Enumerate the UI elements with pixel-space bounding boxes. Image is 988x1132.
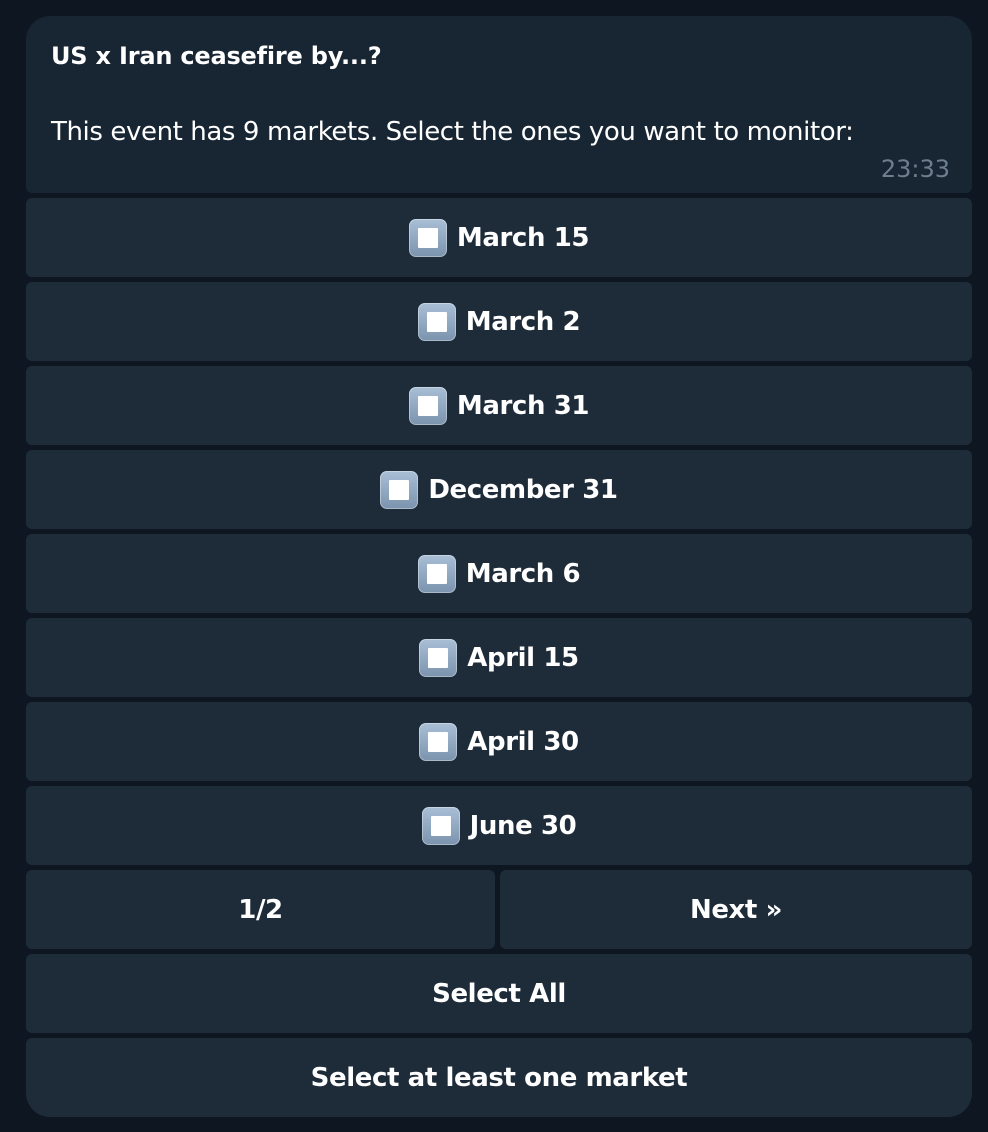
market-button-5[interactable]: April 15 [26, 618, 972, 697]
white-square-button-icon [417, 302, 456, 341]
page-indicator-label: 1/2 [238, 894, 283, 925]
market-button-4[interactable]: March 6 [26, 534, 972, 613]
confirm-label: Select at least one market [310, 1062, 688, 1093]
market-label: March 31 [456, 390, 590, 421]
market-label: April 15 [467, 642, 579, 673]
white-square-button-icon [408, 386, 447, 425]
market-label: March 2 [465, 306, 581, 337]
market-button-0[interactable]: March 15 [26, 198, 972, 277]
white-square-button-icon [417, 554, 456, 593]
market-button-6[interactable]: April 30 [26, 702, 972, 781]
market-label: March 6 [465, 558, 581, 589]
market-label: April 30 [467, 726, 579, 757]
market-button-3[interactable]: December 31 [26, 450, 972, 529]
white-square-button-icon [380, 470, 419, 509]
message-title: US x Iran ceasefire by...? [51, 42, 382, 70]
market-button-1[interactable]: March 2 [26, 282, 972, 361]
market-button-2[interactable]: March 31 [26, 366, 972, 445]
market-button-7[interactable]: June 30 [26, 786, 972, 865]
market-label: June 30 [469, 810, 577, 841]
white-square-button-icon [419, 638, 458, 677]
page-indicator-button[interactable]: 1/2 [26, 870, 495, 949]
market-label: March 15 [456, 222, 590, 253]
select-all-label: Select All [432, 978, 566, 1009]
message-bubble: US x Iran ceasefire by...? This event ha… [26, 16, 972, 193]
white-square-button-icon [408, 218, 447, 257]
message-body: This event has 9 markets. Select the one… [51, 117, 854, 147]
next-page-button[interactable]: Next » [500, 870, 972, 949]
next-page-label: Next » [689, 894, 783, 925]
white-square-button-icon [421, 806, 460, 845]
confirm-button[interactable]: Select at least one market [26, 1038, 972, 1117]
market-label: December 31 [428, 474, 618, 505]
message-timestamp: 23:33 [880, 155, 950, 183]
select-all-button[interactable]: Select All [26, 954, 972, 1033]
white-square-button-icon [419, 722, 458, 761]
